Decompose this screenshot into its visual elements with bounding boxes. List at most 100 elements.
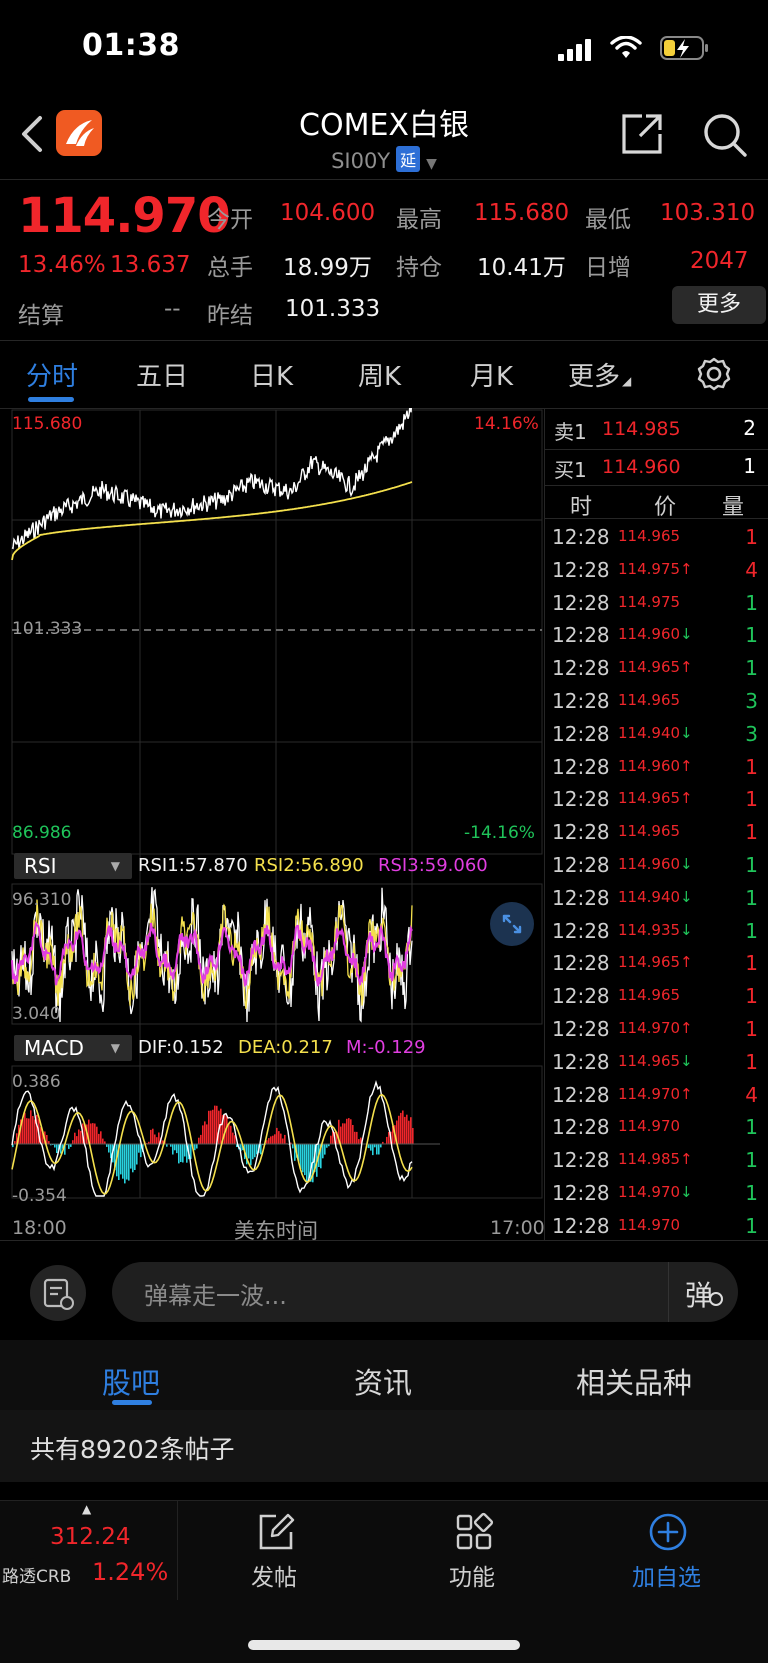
tick-qty: 1	[745, 820, 758, 845]
macd-bar	[368, 1144, 370, 1149]
macd-selector[interactable]: MACD ▼	[14, 1035, 132, 1061]
tick-price-value: 114.970	[618, 1117, 681, 1136]
search-icon[interactable]	[702, 112, 748, 158]
tab-daily-k[interactable]: 日K	[250, 356, 293, 393]
macd-bar	[400, 1112, 402, 1144]
tick-time: 12:28	[552, 1148, 610, 1173]
macd-bar	[206, 1124, 208, 1144]
tick-price-value: 114.975	[618, 559, 681, 578]
tick-direction-arrow: ↓	[680, 1183, 693, 1201]
macd-bar	[182, 1144, 184, 1163]
posts-count: 共有89202条帖子	[30, 1435, 235, 1464]
tick-price-value: 114.970	[618, 1084, 681, 1103]
ticks-list-divider	[544, 518, 768, 519]
open-value: 104.600	[280, 200, 376, 226]
tick-row: 12:28 114.960↓ 1	[552, 849, 766, 882]
macd-bar	[356, 1131, 358, 1144]
macd-bar	[324, 1144, 326, 1155]
tick-row: 12:28 114.970↓ 1	[552, 1177, 766, 1210]
macd-bar	[134, 1144, 136, 1170]
tick-row: 12:28 114.965 1	[552, 521, 766, 554]
caret-down-icon: ▼	[110, 1041, 120, 1055]
more-quote-button[interactable]: 更多	[672, 286, 766, 324]
tick-direction-arrow: ↓	[680, 1051, 693, 1070]
tick-row: 12:28 114.965↑ 1	[552, 783, 766, 816]
tick-row: 12:28 114.965↑ 1	[552, 947, 766, 980]
tick-price: 114.960↓	[618, 855, 693, 873]
open-label: 今开	[207, 207, 253, 233]
tick-price-value: 114.965	[618, 986, 681, 1005]
tick-time: 12:28	[552, 1115, 610, 1140]
post-nav-label[interactable]: 发帖	[251, 1558, 297, 1592]
triangle-icon: ◢	[622, 374, 632, 388]
tick-qty: 3	[745, 689, 758, 713]
share-icon[interactable]	[620, 112, 664, 156]
tick-row: 12:28 114.970 1	[552, 1111, 766, 1144]
tick-qty: 1	[745, 984, 758, 1009]
tick-row: 12:28 114.940↓ 3	[552, 718, 766, 751]
macd-dea-value: DEA:0.217	[238, 1037, 333, 1058]
macd-bar	[156, 1137, 158, 1144]
gear-icon[interactable]	[696, 356, 732, 392]
tick-row: 12:28 114.960↓ 1	[552, 619, 766, 652]
tab-news[interactable]: 资讯	[354, 1360, 412, 1402]
x-axis-end: 17:00	[490, 1217, 545, 1239]
intraday-chart[interactable]	[0, 408, 544, 1240]
macd-bar	[200, 1134, 202, 1144]
expand-icon[interactable]	[490, 902, 534, 946]
macd-bar	[306, 1144, 308, 1182]
danmu-toggle-button[interactable]: 弹	[668, 1262, 738, 1322]
tick-direction-arrow: ↑	[680, 1150, 693, 1169]
tick-time: 12:28	[552, 918, 610, 943]
x-axis-start: 18:00	[12, 1217, 67, 1239]
ask-price: 114.985	[602, 418, 681, 440]
edit-icon[interactable]	[256, 1512, 296, 1552]
macd-bar	[250, 1144, 252, 1166]
y-axis-bottom-percent: -14.16%	[464, 823, 535, 843]
macd-bar	[26, 1118, 28, 1144]
plus-circle-icon[interactable]	[648, 1512, 688, 1552]
tick-row: 12:28 114.975↑ 4	[552, 554, 766, 587]
tick-price-value: 114.965	[618, 1051, 681, 1070]
tick-time: 12:28	[552, 623, 610, 648]
macd-axis-top: 0.386	[12, 1072, 61, 1092]
tab-forum[interactable]: 股吧	[102, 1360, 160, 1402]
tick-time: 12:28	[552, 853, 610, 877]
tab-monthly-k[interactable]: 月K	[470, 356, 513, 393]
rsi-selector-label: RSI	[24, 854, 57, 878]
index-ticker[interactable]: ▲ 312.24 路透CRB 1.24%	[0, 1500, 178, 1600]
tick-row: 12:28 114.985↑ 1	[552, 1144, 766, 1177]
index-percent: 1.24%	[92, 1558, 169, 1586]
grid-icon[interactable]	[454, 1512, 494, 1552]
y-axis-mid-label: 101.333	[12, 619, 83, 639]
tick-direction-arrow: ↓	[680, 625, 693, 644]
macd-bar	[370, 1144, 372, 1151]
macd-bar	[98, 1133, 100, 1144]
rsi2-value: RSI2:56.890	[254, 855, 364, 876]
tick-price: 114.935↓	[618, 921, 693, 939]
tick-time: 12:28	[552, 951, 610, 976]
tick-direction-arrow: ↓	[680, 887, 693, 906]
tab-five-day[interactable]: 五日	[136, 356, 188, 393]
macd-bar	[304, 1144, 306, 1176]
tab-weekly-k[interactable]: 周K	[358, 356, 401, 393]
tab-intraday[interactable]: 分时	[26, 356, 78, 393]
tab-more[interactable]: 更多 ◢	[568, 356, 631, 393]
function-nav-label[interactable]: 功能	[449, 1558, 495, 1592]
rsi-selector[interactable]: RSI ▼	[14, 853, 132, 879]
tick-price-value: 114.965	[618, 527, 681, 545]
tick-price: 114.970↓	[618, 1183, 693, 1201]
add-watchlist-label[interactable]: 加自选	[632, 1558, 701, 1592]
tab-related[interactable]: 相关品种	[576, 1360, 692, 1402]
comment-list-icon[interactable]	[30, 1265, 86, 1321]
macd-bar	[54, 1144, 56, 1148]
change-percent: 13.46%	[18, 252, 106, 278]
macd-bar	[208, 1110, 210, 1144]
status-time: 01:38	[82, 28, 180, 63]
y-axis-top-percent: 14.16%	[474, 414, 539, 434]
macd-bar	[126, 1144, 128, 1180]
macd-bar	[276, 1127, 278, 1144]
tick-time: 12:28	[552, 689, 610, 713]
macd-bar	[108, 1144, 110, 1153]
macd-bar	[284, 1134, 286, 1144]
